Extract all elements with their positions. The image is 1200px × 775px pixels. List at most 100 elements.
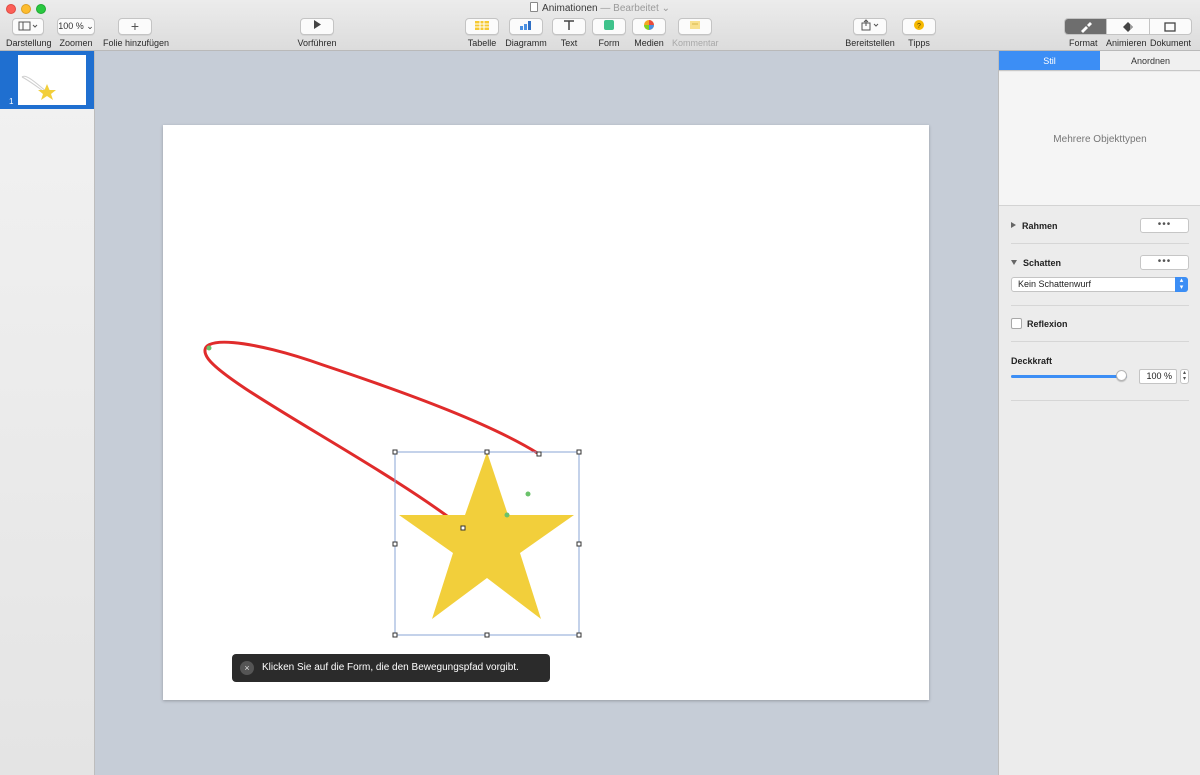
chart-control[interactable]: Diagramm — [505, 18, 547, 48]
resize-handle-bottom-left[interactable] — [392, 632, 398, 638]
reflection-checkbox[interactable] — [1011, 318, 1022, 329]
text-icon — [564, 20, 574, 30]
shadow-select-value: Kein Schattenwurf — [1018, 279, 1092, 289]
inspector-header: Mehrere Objekttypen — [999, 72, 1200, 206]
path-point-handle[interactable] — [460, 525, 466, 531]
inspector-tabs: Stil Anordnen — [999, 51, 1200, 71]
slide-thumbnail-row[interactable]: 1 — [0, 51, 94, 109]
inspector-mode-segmented[interactable] — [1064, 18, 1192, 35]
path-end-handle[interactable] — [536, 451, 542, 457]
resize-handle-bottom[interactable] — [484, 632, 490, 638]
tab-style[interactable]: Stil — [999, 51, 1100, 70]
tips-control[interactable]: ? Tipps — [902, 18, 936, 48]
zoom-value: 100 % — [58, 21, 84, 31]
opacity-slider-knob[interactable] — [1116, 370, 1127, 381]
tips-label: Tipps — [908, 38, 930, 48]
divider — [1011, 400, 1189, 401]
tips-button[interactable]: ? — [902, 18, 936, 35]
view-button[interactable] — [12, 18, 44, 35]
divider — [1011, 341, 1189, 342]
animate-button[interactable] — [1107, 19, 1150, 34]
opacity-label: Deckkraft — [1011, 356, 1053, 366]
view-menu[interactable]: Darstellung — [6, 18, 52, 48]
opacity-value-field[interactable]: 100 % — [1139, 369, 1177, 384]
add-slide-control[interactable]: + Folie hinzufügen — [103, 18, 170, 48]
disclosure-down-icon[interactable] — [1011, 260, 1017, 265]
edited-status: — Bearbeitet — [600, 3, 659, 14]
star-control-point[interactable] — [525, 491, 531, 497]
chevron-down-icon: ⌄ — [86, 21, 94, 31]
media-label: Medien — [634, 38, 664, 48]
svg-text:?: ? — [917, 23, 921, 30]
multiple-object-types-label: Mehrere Objekttypen — [1053, 134, 1147, 145]
photos-icon — [644, 20, 654, 30]
media-control[interactable]: Medien — [632, 18, 666, 48]
zoom-control[interactable]: 100 % ⌄ Zoomen — [57, 18, 95, 48]
resize-handle-left[interactable] — [392, 541, 398, 547]
opacity-stepper[interactable]: ▴ ▾ — [1180, 369, 1189, 384]
chevron-down-icon: ⌄ — [661, 3, 670, 14]
border-options-button[interactable]: ••• — [1140, 218, 1189, 233]
share-button[interactable] — [853, 18, 887, 35]
document-button[interactable] — [1150, 19, 1191, 34]
reflection-label: Reflexion — [1027, 319, 1068, 329]
table-icon — [475, 21, 489, 30]
shape-control[interactable]: Form — [592, 18, 626, 48]
star-shape[interactable] — [399, 452, 574, 619]
resize-handle-bottom-right[interactable] — [576, 632, 582, 638]
shadow-section[interactable]: Schatten ••• — [1011, 255, 1189, 270]
shadow-options-button[interactable]: ••• — [1140, 255, 1189, 270]
animate-label: Animieren — [1106, 38, 1147, 48]
border-label: Rahmen — [1022, 221, 1058, 231]
tab-arrange[interactable]: Anordnen — [1100, 51, 1200, 70]
insert-text-button[interactable] — [552, 18, 586, 35]
paintbrush-icon — [1080, 21, 1092, 33]
resize-handle-top[interactable] — [484, 449, 490, 455]
table-control[interactable]: Tabelle — [465, 18, 499, 48]
opacity-slider[interactable] — [1011, 370, 1127, 381]
play-button[interactable] — [300, 18, 334, 35]
insert-comment-button[interactable] — [678, 18, 712, 35]
text-control[interactable]: Text — [552, 18, 586, 48]
add-slide-button[interactable]: + — [118, 18, 152, 35]
close-icon[interactable]: × — [240, 661, 254, 675]
insert-chart-button[interactable] — [509, 18, 543, 35]
add-slide-label: Folie hinzufügen — [103, 38, 170, 48]
insert-shape-button[interactable] — [592, 18, 626, 35]
play-control[interactable]: Vorführen — [295, 18, 339, 48]
comment-label: Kommentar — [672, 38, 719, 48]
animate-diamond-icon — [1122, 21, 1133, 32]
document-title[interactable]: Animationen — Bearbeitet ⌄ — [0, 2, 1200, 14]
resize-handle-top-left[interactable] — [392, 449, 398, 455]
divider — [1011, 243, 1189, 244]
updown-arrows-icon: ▴ ▾ — [1175, 277, 1188, 292]
share-icon — [861, 19, 879, 31]
share-control[interactable]: Bereitstellen — [845, 18, 895, 48]
insert-table-button[interactable] — [465, 18, 499, 35]
slide-thumbnail[interactable] — [18, 55, 86, 105]
shadow-select[interactable]: Kein Schattenwurf ▴ ▾ — [1011, 277, 1188, 292]
help-icon: ? — [914, 20, 924, 30]
slide[interactable]: × Klicken Sie auf die Form, die den Bewe… — [163, 125, 929, 700]
slide-content — [203, 340, 582, 638]
disclosure-right-icon[interactable] — [1011, 222, 1016, 228]
comment-control[interactable]: Kommentar — [672, 18, 719, 48]
document-label: Dokument — [1150, 38, 1192, 48]
star-control-point[interactable] — [504, 512, 510, 518]
zoom-label: Zoomen — [59, 38, 93, 48]
toolbar: Animationen — Bearbeitet ⌄ Darstellung 1… — [0, 0, 1200, 51]
document-icon — [1164, 21, 1176, 32]
border-section[interactable]: Rahmen ••• — [1011, 218, 1189, 233]
shadow-label: Schatten — [1023, 258, 1062, 268]
bar-chart-icon — [520, 21, 531, 30]
chart-label: Diagramm — [505, 38, 547, 48]
resize-handle-right[interactable] — [576, 541, 582, 547]
motion-path-start-handle[interactable] — [206, 345, 212, 351]
format-inspector: Stil Anordnen Mehrere Objekttypen Rahmen… — [998, 51, 1200, 775]
shape-label: Form — [598, 38, 620, 48]
resize-handle-top-right[interactable] — [576, 449, 582, 455]
format-button[interactable] — [1065, 19, 1108, 34]
zoom-select[interactable]: 100 % ⌄ — [57, 18, 95, 35]
slide-canvas-area[interactable]: × Klicken Sie auf die Form, die den Bewe… — [95, 51, 998, 775]
insert-media-button[interactable] — [632, 18, 666, 35]
